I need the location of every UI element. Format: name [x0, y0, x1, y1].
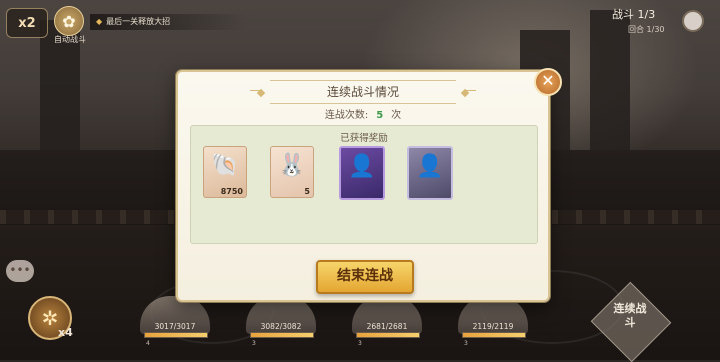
bun-icon: 🐰: [278, 153, 306, 178]
chat-bubble-icon: •••: [9, 263, 31, 277]
battle-progress: 战斗 1/3: [612, 8, 656, 21]
reward-quantity: 8750: [220, 187, 243, 196]
shell-icon: 🐚: [211, 153, 239, 178]
auto-battle-label: 自动战斗: [54, 35, 86, 44]
dialog-title: 连续战斗情况: [270, 80, 456, 104]
diamond-icon: ◆: [96, 17, 103, 26]
auto-battle-icon: ✿: [54, 6, 84, 36]
battle-count-value: 5: [376, 110, 384, 121]
rewards-panel: 已获得奖励 🐚 8750 🐰 5 👤 👤: [190, 125, 538, 244]
party-member-hp: 2119/2119: [472, 322, 514, 331]
ultimate-skill-count: x4: [58, 326, 73, 339]
chat-button[interactable]: •••: [6, 260, 34, 282]
party-member-sub: 3: [464, 340, 468, 347]
party-member-hp-bar: [356, 332, 420, 338]
party-member[interactable]: 2119/2119 3: [458, 296, 528, 356]
party-member-hp-bar: [250, 332, 314, 338]
battle-count-unit: 次: [391, 110, 402, 121]
party-member-sub: 3: [358, 340, 362, 347]
character-card-icon: 👤: [348, 154, 376, 179]
party-member-hp: 3082/3082: [260, 322, 302, 331]
round-progress: 回合 1/30: [628, 25, 665, 34]
end-continuous-battle-button[interactable]: 结束连战: [316, 260, 414, 294]
rewards-title: 已获得奖励: [340, 133, 388, 144]
continuous-battle-dialog: 连续战斗情况 连战次数: 5 次 已获得奖励 🐚 8750 🐰 5 👤 👤 结束…: [176, 68, 562, 302]
reward-item[interactable]: 👤: [339, 146, 385, 200]
party-member[interactable]: 3017/3017 4: [140, 296, 210, 356]
party-member-hp-bar: [462, 332, 526, 338]
auto-battle-button[interactable]: ✿ 自动战斗: [52, 4, 86, 44]
reward-item[interactable]: 🐰 5: [270, 146, 314, 198]
party-member[interactable]: 2681/2681 3: [352, 296, 422, 356]
party-member-hp-bar: [144, 332, 208, 338]
party-member-hp: 2681/2681: [366, 322, 408, 331]
battle-count-label: 连战次数:: [324, 110, 369, 121]
party-member[interactable]: 3082/3082 3: [246, 296, 316, 356]
character-card-icon: 👤: [416, 154, 444, 179]
party-member-sub: 4: [146, 340, 150, 347]
ultimate-hint-text: 最后一关释放大招: [106, 17, 171, 26]
continuous-battle-label: 连续战斗: [613, 302, 647, 329]
reward-item[interactable]: 🐚 8750: [203, 146, 247, 198]
party-member-hp: 3017/3017: [154, 322, 196, 331]
battle-count-row: 连战次数: 5 次: [178, 106, 548, 121]
ultimate-hint-bar: ◆ 最后一关释放大招: [90, 14, 246, 30]
pinwheel-icon: ✲: [41, 306, 59, 330]
title-ornament: [466, 90, 476, 91]
menu-icon[interactable]: [682, 10, 704, 32]
close-icon[interactable]: ✕: [534, 68, 562, 96]
party-member-sub: 3: [252, 340, 256, 347]
speed-toggle-button[interactable]: x2: [6, 8, 48, 38]
reward-quantity: 5: [304, 187, 310, 196]
reward-item[interactable]: 👤: [407, 146, 453, 200]
